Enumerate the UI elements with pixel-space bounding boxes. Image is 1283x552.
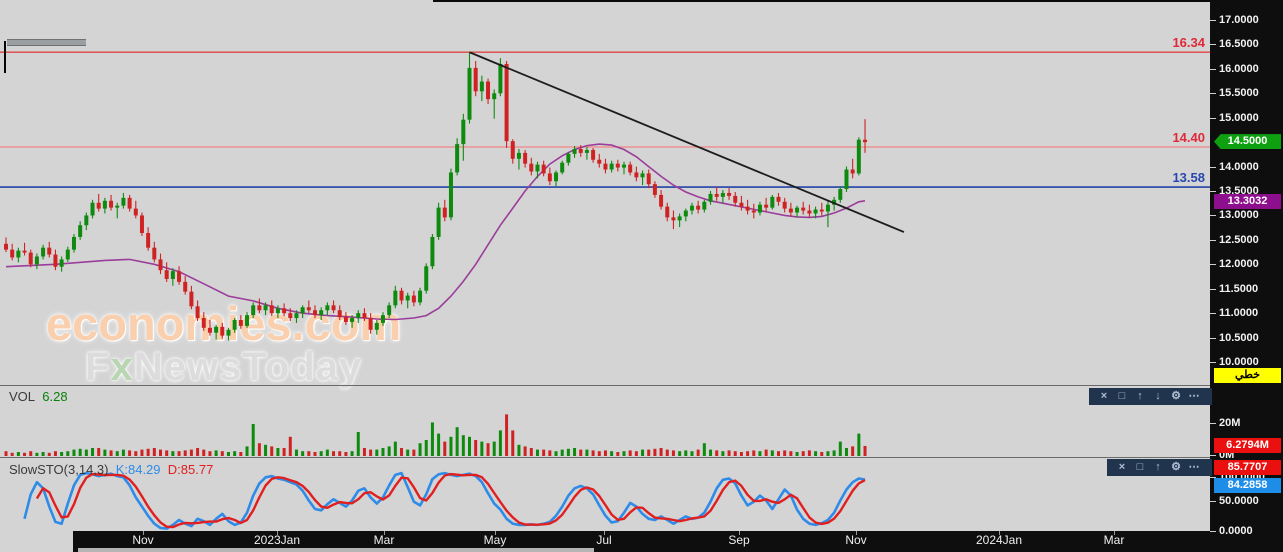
price-tick-label: 15.0000 — [1219, 111, 1259, 124]
watermark-x: x — [110, 345, 134, 389]
main-price-pane[interactable]: economies.com FxNewsToday — [0, 0, 1210, 387]
price-tick-mark — [1210, 264, 1216, 265]
volume-tick-mark — [1210, 455, 1216, 456]
sto-tick-mark — [1210, 501, 1216, 502]
time-axis[interactable]: Nov 2023Jan Mar May Jul Sep Nov 2024Jan Mar — [73, 531, 1283, 548]
price-tick-mark — [1210, 338, 1216, 339]
price-tick-label: 12.0000 — [1219, 258, 1259, 271]
price-tick-label: 15.5000 — [1219, 87, 1259, 100]
volume-value-badge: 6.2794M — [1214, 437, 1281, 453]
stochastic-pane[interactable]: SlowSTO(3,14,3) K:84.29 D:85.77 × □ ↑ ⚙ ⋯ — [0, 458, 1212, 531]
price-tick-mark — [1210, 313, 1216, 314]
price-tick-label: 10.5000 — [1219, 331, 1259, 344]
move-up-icon[interactable]: ↑ — [1131, 388, 1149, 405]
price-axis[interactable]: 14.5000 13.3032 خطي 6.2794M 85.7707 84.2… — [1210, 0, 1283, 552]
price-tick-label: 10.0000 — [1219, 356, 1259, 369]
sto-tick-label: 0.0000 — [1219, 525, 1253, 537]
price-tick-mark — [1210, 93, 1216, 94]
price-tick-mark — [1210, 69, 1216, 70]
price-tick-label: 17.0000 — [1219, 14, 1259, 26]
volume-tick-label: 20M — [1219, 417, 1241, 429]
volume-label: VOL — [9, 389, 36, 404]
close-icon[interactable]: × — [1113, 459, 1131, 476]
price-tick-mark — [1210, 215, 1216, 216]
watermark-line2: FxNewsToday — [46, 347, 401, 387]
left-edge-marker — [4, 41, 6, 73]
price-tick-mark — [1210, 44, 1216, 45]
more-options-icon[interactable]: ⋯ — [1185, 388, 1203, 405]
horizontal-scrollbar[interactable] — [73, 548, 1283, 552]
price-tick-label: 14.0000 — [1219, 160, 1259, 173]
more-options-icon[interactable]: ⋯ — [1185, 459, 1203, 476]
slowsto-d-value: D:85.77 — [167, 462, 214, 477]
watermark: economies.com FxNewsToday — [46, 300, 401, 387]
price-tick-mark — [1210, 118, 1216, 119]
maximize-icon[interactable]: □ — [1131, 459, 1149, 476]
sto-k-badge: 84.2858 — [1214, 478, 1281, 493]
scrollbar-thumb[interactable] — [78, 548, 594, 552]
time-axis-month: 2024Jan — [975, 533, 1023, 547]
time-axis-month: Sep — [728, 533, 750, 547]
price-tick-label: 13.0000 — [1219, 209, 1259, 222]
volume-pane[interactable]: VOL 6.28 × □ ↑ ↓ ⚙ ⋯ — [0, 386, 1212, 457]
pane-separator[interactable] — [0, 457, 1210, 458]
price-tick-label: 12.5000 — [1219, 233, 1259, 246]
price-tick-mark — [1210, 240, 1216, 241]
watermark-rest: NewsToday — [133, 345, 363, 389]
watermark-line1: economies.com — [46, 297, 402, 350]
price-tick-mark — [1210, 191, 1216, 192]
price-tick-mark — [1210, 289, 1216, 290]
chart-window: economies.com FxNewsToday VOL 6.28 × □ ↑ ↓ ⚙… — [0, 0, 1283, 552]
time-axis-month: 2023Jan — [253, 533, 301, 547]
time-axis-month: Jul — [596, 533, 612, 547]
price-tick-mark — [1210, 167, 1216, 168]
level-value-label: 16.34 — [1172, 35, 1205, 51]
collapsed-object-bar[interactable] — [7, 39, 86, 46]
price-tick-mark — [1210, 362, 1216, 363]
time-axis-month: Nov — [132, 533, 154, 547]
time-axis-month: May — [483, 533, 507, 547]
volume-panel-toolbar: × □ ↑ ↓ ⚙ ⋯ — [1089, 388, 1212, 405]
volume-panel-title: VOL 6.28 — [9, 389, 68, 404]
price-tick-label: 11.0000 — [1219, 307, 1259, 320]
ma-value-badge: 13.3032 — [1214, 193, 1281, 209]
price-tick-label: 16.5000 — [1219, 38, 1259, 51]
sto-d-badge: 85.7707 — [1214, 460, 1281, 475]
level-value-label: 13.58 — [1172, 170, 1205, 186]
pane-separator[interactable] — [0, 385, 1210, 386]
level-value-label: 14.40 — [1172, 130, 1205, 146]
time-axis-month: Mar — [373, 533, 395, 547]
close-icon[interactable]: × — [1095, 388, 1113, 405]
settings-gear-icon[interactable]: ⚙ — [1167, 388, 1185, 405]
slowsto-k-value: K:84.29 — [115, 462, 161, 477]
stochastic-panel-toolbar: × □ ↑ ⚙ ⋯ — [1107, 459, 1212, 476]
scale-type-badge[interactable]: خطي — [1214, 368, 1281, 383]
sto-tick-label: 50.0000 — [1219, 495, 1259, 507]
volume-value: 6.28 — [42, 389, 68, 404]
price-tick-mark — [1210, 20, 1216, 21]
volume-tick-mark — [1210, 423, 1216, 424]
price-tick-label: 16.0000 — [1219, 62, 1259, 75]
maximize-icon[interactable]: □ — [1113, 388, 1131, 405]
last-price-badge: 14.5000 — [1214, 134, 1281, 150]
top-border-line — [433, 0, 1210, 2]
time-axis-month: Mar — [1103, 533, 1125, 547]
price-tick-label: 11.5000 — [1219, 282, 1259, 295]
sto-tick-mark — [1210, 531, 1216, 532]
watermark-f: F — [85, 345, 111, 389]
time-axis-month: Nov — [845, 533, 867, 547]
bottom-left-corner — [0, 531, 73, 552]
move-up-icon[interactable]: ↑ — [1149, 459, 1167, 476]
move-down-icon[interactable]: ↓ — [1149, 388, 1167, 405]
stochastic-panel-title: SlowSTO(3,14,3) K:84.29 D:85.77 — [9, 462, 213, 477]
slowsto-label: SlowSTO(3,14,3) — [9, 462, 109, 477]
settings-gear-icon[interactable]: ⚙ — [1167, 459, 1185, 476]
